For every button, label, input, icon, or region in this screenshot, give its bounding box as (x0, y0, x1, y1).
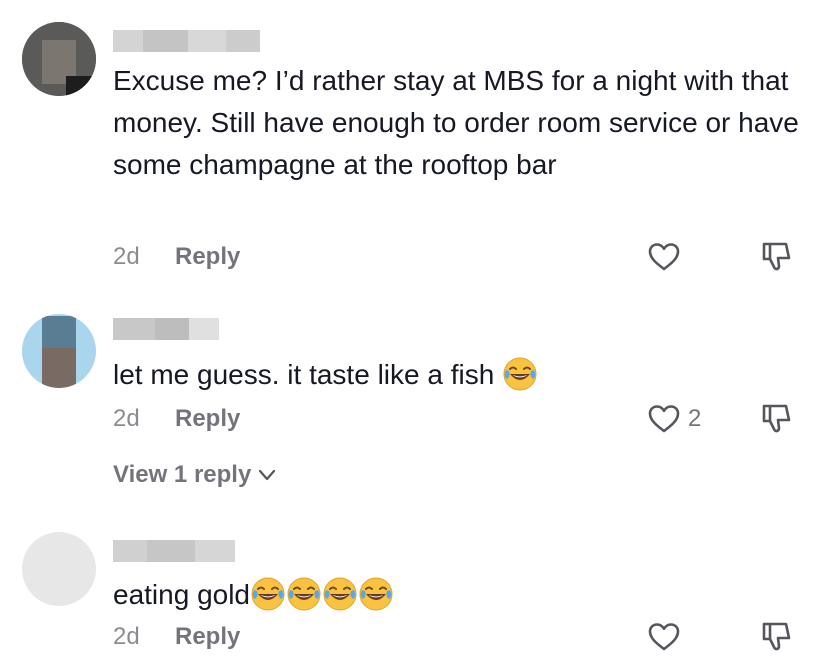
avatar[interactable] (22, 22, 96, 96)
comment-text: Excuse me? I’d rather stay at MBS for a … (113, 65, 799, 180)
reply-button[interactable]: Reply (175, 622, 240, 652)
reply-button[interactable]: Reply (175, 404, 240, 434)
like-count: 2 (688, 405, 702, 432)
comment-age: 2d (113, 243, 140, 270)
comment-meta: 2d Reply (113, 404, 240, 434)
avatar[interactable] (22, 314, 96, 388)
heart-outline-icon (646, 239, 682, 275)
comment-text-content: let me guess. it taste like a fish (113, 359, 495, 390)
like-button[interactable] (646, 240, 682, 274)
face-with-tears-of-joy-emoji (250, 576, 286, 612)
comment-text: eating gold (113, 574, 813, 616)
comment-age: 2d (113, 405, 140, 432)
comment-meta: 2d Reply (113, 242, 240, 272)
chevron-down-icon (259, 469, 276, 481)
face-with-tears-of-joy-emoji (286, 576, 322, 612)
face-with-tears-of-joy-emoji (358, 576, 394, 612)
comment-age: 2d (113, 623, 140, 650)
like-button[interactable]: 2 (646, 402, 701, 436)
comment-text: let me guess. it taste like a fish (113, 354, 813, 396)
like-button[interactable] (646, 620, 682, 654)
thumbs-down-outline-icon[interactable] (758, 238, 794, 274)
username-redacted[interactable] (113, 30, 260, 52)
face-with-tears-of-joy-emoji (502, 356, 538, 392)
view-replies-button[interactable]: View 1 reply (113, 460, 277, 490)
thumbs-down-outline-icon[interactable] (758, 400, 794, 436)
username-redacted[interactable] (113, 318, 219, 340)
username-redacted[interactable] (113, 540, 235, 562)
avatar[interactable] (22, 532, 96, 606)
comment-meta: 2d Reply (113, 622, 240, 652)
thumbs-down-outline-icon[interactable] (758, 618, 794, 654)
heart-outline-icon (646, 401, 682, 437)
view-replies-label: View 1 reply (113, 461, 252, 488)
reply-button[interactable]: Reply (175, 242, 240, 272)
face-with-tears-of-joy-emoji (322, 576, 358, 612)
heart-outline-icon (646, 619, 682, 655)
comment-text-content: eating gold (113, 579, 251, 610)
